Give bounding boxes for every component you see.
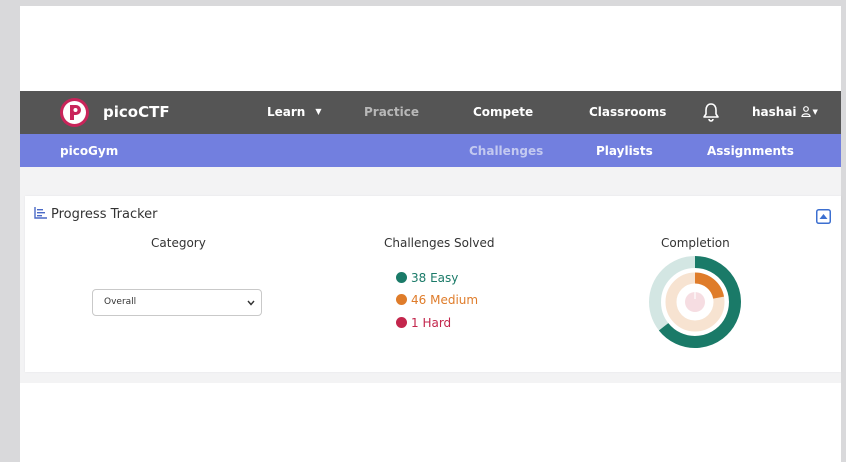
completion-donut-chart (649, 256, 741, 348)
challenges-solved-heading: Challenges Solved (384, 236, 495, 250)
subnav-brand[interactable]: picoGym (60, 144, 118, 158)
top-navbar: picoCTF Learn ▼ Practice Compete Classroo… (20, 91, 841, 134)
nav-classrooms[interactable]: Classrooms (589, 105, 666, 119)
completion-heading: Completion (661, 236, 730, 250)
brand-name[interactable]: picoCTF (103, 103, 170, 121)
solved-hard: 1 Hard (396, 316, 451, 330)
collapse-icon[interactable] (816, 209, 831, 224)
progress-tracker-card: Progress Tracker Category Challenges Sol… (25, 196, 841, 372)
solved-easy-label: 38 Easy (411, 271, 459, 285)
solved-medium: 46 Medium (396, 293, 478, 307)
category-heading: Category (151, 236, 206, 250)
bell-icon[interactable] (702, 102, 720, 122)
subnav-assignments[interactable]: Assignments (707, 144, 794, 158)
user-chevron-icon: ▼ (812, 108, 818, 116)
nav-learn-label: Learn (267, 105, 306, 119)
picoctf-logo-icon[interactable] (60, 98, 89, 127)
sub-navbar: picoGym Challenges Playlists Assignments (20, 134, 841, 167)
solved-medium-label: 46 Medium (411, 293, 479, 307)
username: hashai (752, 105, 797, 119)
hard-dot (396, 317, 407, 328)
subnav-playlists[interactable]: Playlists (596, 144, 653, 158)
category-select[interactable]: Overall (92, 289, 262, 316)
progress-tracker-title: Progress Tracker (34, 207, 158, 222)
user-icon (800, 106, 811, 117)
category-select-value: Overall (104, 297, 137, 307)
subnav-challenges[interactable]: Challenges (469, 144, 543, 158)
chevron-down-icon: ▼ (315, 107, 322, 116)
bar-chart-icon (34, 207, 47, 219)
chevron-down-icon (247, 300, 255, 306)
solved-easy: 38 Easy (396, 271, 458, 285)
nav-learn[interactable]: Learn ▼ (267, 105, 322, 119)
medium-dot (396, 294, 407, 305)
nav-compete[interactable]: Compete (473, 105, 533, 119)
easy-dot (396, 272, 407, 283)
user-menu[interactable]: hashai ▼ (752, 105, 818, 119)
solved-hard-label: 1 Hard (411, 316, 452, 330)
page: picoCTF Learn ▼ Practice Compete Classroo… (20, 6, 841, 462)
nav-practice[interactable]: Practice (364, 105, 419, 119)
content-area: Progress Tracker Category Challenges Sol… (20, 167, 841, 383)
progress-tracker-label: Progress Tracker (51, 207, 158, 222)
